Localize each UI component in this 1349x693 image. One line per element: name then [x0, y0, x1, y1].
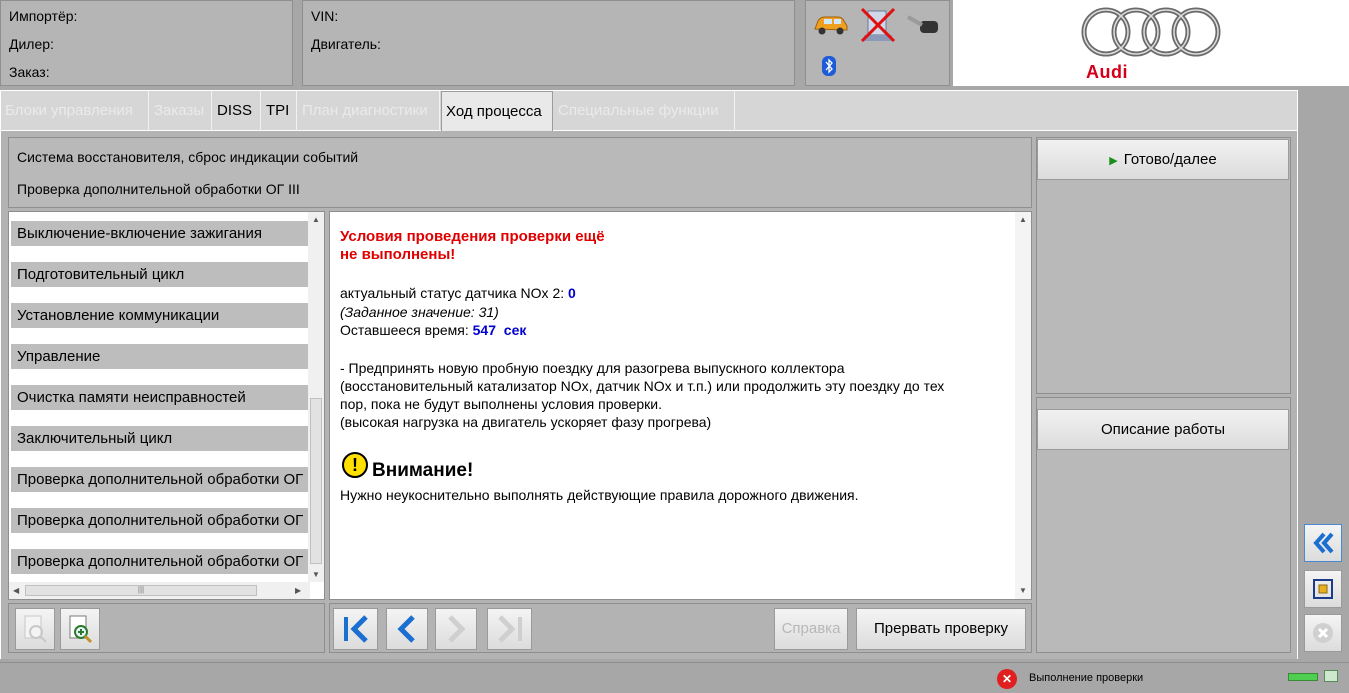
next-button[interactable]: ▶ Готово/далее [1037, 139, 1289, 180]
play-icon: ▶ [1109, 155, 1118, 167]
window-icon [1324, 670, 1338, 682]
first-step-button[interactable] [333, 608, 378, 650]
header-info-panel: Импортёр: Дилер: Заказ: [0, 0, 293, 86]
list-item[interactable]: Проверка дополнительной обработки ОГ III [11, 549, 308, 576]
network-disconnected-icon[interactable] [858, 5, 898, 45]
engine-label: Двигатель: [311, 36, 381, 52]
steps-list: Выключение-включение зажигания Подготови… [8, 211, 325, 600]
conditions-heading-line1: Условия проведения проверки ещё [340, 228, 605, 245]
error-icon: ✕ [997, 669, 1017, 689]
audi-rings-logo [1081, 7, 1221, 57]
instruction-line: (высокая нагрузка на двигатель ускоряет … [340, 414, 712, 430]
tab-process[interactable]: Ход процесса [441, 91, 553, 132]
bluetooth-icon [822, 56, 836, 76]
tab-diss[interactable]: DISS [213, 91, 261, 131]
remaining-time-value: 547 сек [472, 322, 527, 338]
procedure-subtitle: Проверка дополнительной обработки ОГ III [17, 181, 300, 197]
list-item[interactable]: Проверка дополнительной обработки ОГ III [11, 467, 308, 494]
brand-logo-area: Audi [953, 0, 1349, 86]
zoom-in-icon [69, 615, 93, 644]
instruction-panel: Условия проведения проверки ещё не выпол… [329, 211, 1032, 600]
status-text: Выполнение проверки [1029, 672, 1144, 684]
chevron-right-icon [448, 615, 466, 643]
first-step-icon [343, 615, 368, 643]
importer-label: Импортёр: [9, 8, 78, 24]
scroll-up-icon[interactable]: ▲ [312, 215, 320, 224]
scroll-left-icon[interactable]: ◀ [13, 586, 19, 595]
order-label: Заказ: [9, 64, 50, 80]
setpoint-text: (Заданное значение: 31) [340, 304, 499, 320]
scroll-down-icon[interactable]: ▼ [1019, 586, 1027, 595]
double-chevron-left-icon [1313, 532, 1334, 554]
sensor-status-value: 0 [568, 285, 576, 301]
tab-control-units[interactable]: Блоки управления [1, 91, 149, 131]
help-button[interactable]: Справка [774, 608, 848, 650]
conditions-heading-line2: не выполнены! [340, 246, 456, 263]
next-button-label: Готово/далее [1123, 151, 1217, 168]
zoom-in-button[interactable] [60, 608, 100, 650]
remaining-time-line: Оставшееся время: 547 сек [340, 321, 526, 339]
instruction-line: пор, пока не будут выполнены условия про… [340, 396, 662, 412]
navigation-toolbar: Справка Прервать проверку [329, 603, 1032, 653]
scroll-down-icon[interactable]: ▼ [312, 570, 320, 579]
content-vertical-scrollbar[interactable]: ▲ ▼ [1015, 212, 1031, 599]
tab-bar: Блоки управления Заказы DISS TPI План ди… [0, 90, 1298, 132]
header-status-icons [805, 0, 950, 86]
instruction-line: - Предпринять новую пробную поездку для … [340, 360, 845, 376]
list-item[interactable]: Проверка дополнительной обработки ОГ III [11, 508, 308, 535]
warning-text: Нужно неукоснительно выполнять действующ… [340, 487, 859, 503]
close-session-button[interactable] [1304, 614, 1342, 652]
chevron-left-icon [397, 615, 415, 643]
zoom-out-icon [24, 615, 47, 643]
warning-icon: ! [342, 452, 368, 478]
last-step-icon [497, 615, 522, 643]
last-step-button[interactable] [487, 608, 532, 650]
scroll-thumb[interactable]: ||| [25, 585, 257, 596]
steps-vertical-scrollbar[interactable]: ▲ ▼ [308, 212, 324, 582]
brand-name: Audi [1086, 62, 1128, 82]
steps-horizontal-scrollbar[interactable]: ◀ ||| ▶ [9, 582, 310, 599]
scroll-right-icon[interactable]: ▶ [295, 586, 301, 595]
tab-diagnostic-plan[interactable]: План диагностики [298, 91, 440, 131]
vin-label: VIN: [311, 8, 339, 24]
list-item[interactable]: Подготовительный цикл [11, 262, 308, 289]
job-description-button[interactable]: Описание работы [1037, 409, 1289, 450]
tab-orders[interactable]: Заказы [150, 91, 212, 131]
close-circle-icon [1313, 623, 1333, 643]
collapse-panel-button[interactable] [1304, 524, 1342, 562]
list-item[interactable]: Установление коммуникации [11, 303, 308, 330]
next-step-button[interactable] [435, 608, 477, 650]
list-item[interactable]: Управление [11, 344, 308, 371]
list-item[interactable]: Заключительный цикл [11, 426, 308, 453]
frame-icon [1313, 579, 1333, 599]
sensor-status-label: актуальный статус датчика NOx 2: [340, 285, 569, 301]
procedure-title: Система восстановителя, сброс индикации … [17, 149, 359, 165]
dealer-label: Дилер: [9, 36, 54, 52]
list-item[interactable]: Очистка памяти неисправностей [11, 385, 308, 412]
zoom-out-button[interactable] [15, 608, 55, 650]
status-bar: ✕ Выполнение проверки [0, 662, 1349, 693]
zoom-toolbar [8, 603, 325, 653]
remaining-time-label: Оставшееся время: [340, 322, 473, 338]
previous-step-button[interactable] [386, 608, 428, 650]
tab-tpi[interactable]: TPI [262, 91, 297, 131]
warning-title: Внимание! [372, 460, 474, 481]
tab-special-functions[interactable]: Специальные функции [554, 91, 735, 131]
scroll-up-icon[interactable]: ▲ [1019, 215, 1027, 224]
car-icon[interactable] [812, 11, 850, 37]
window-frame-button[interactable] [1304, 570, 1342, 608]
key-icon[interactable] [906, 11, 942, 41]
connection-indicator-icon [1288, 673, 1318, 681]
header-vehicle-panel: VIN: Двигатель: [302, 0, 795, 86]
procedure-title-box: Система восстановителя, сброс индикации … [8, 137, 1032, 208]
list-item[interactable]: Выключение-включение зажигания [11, 221, 308, 248]
sensor-status-line: актуальный статус датчика NOx 2: 0 [340, 284, 576, 302]
scroll-thumb[interactable] [310, 398, 322, 564]
abort-test-button[interactable]: Прервать проверку [856, 608, 1026, 650]
instruction-line: (восстановительный катализатор NOx, датч… [340, 378, 945, 394]
